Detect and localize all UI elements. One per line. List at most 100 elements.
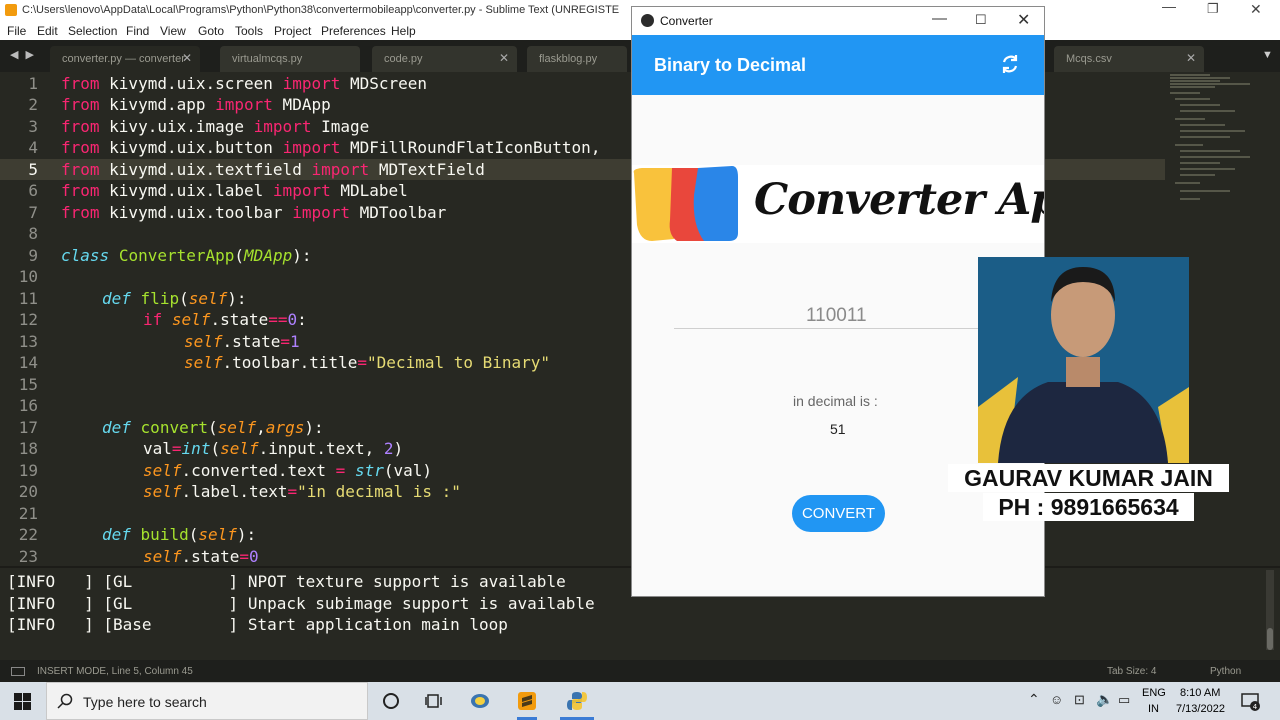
- code-token: self: [217, 418, 257, 437]
- menu-goto[interactable]: Goto: [198, 24, 224, 38]
- presenter-phone-box: PH : 9891665634: [983, 493, 1194, 521]
- code-token: import: [292, 203, 350, 222]
- minimize-icon[interactable]: —: [932, 10, 947, 27]
- code-token: (: [210, 439, 221, 458]
- status-tab-size[interactable]: Tab Size: 4: [1107, 666, 1156, 677]
- panel-toggle-icon[interactable]: [11, 667, 25, 676]
- result-value: 51: [830, 421, 846, 437]
- svg-text:4: 4: [1253, 703, 1258, 711]
- maximize-icon[interactable]: ☐: [975, 12, 987, 28]
- menu-project[interactable]: Project: [274, 24, 311, 38]
- network-icon[interactable]: ⊡: [1074, 692, 1085, 708]
- line-number: 12: [18, 310, 38, 329]
- code-token: =: [280, 332, 290, 351]
- menu-tools[interactable]: Tools: [235, 24, 263, 38]
- flip-icon[interactable]: [998, 52, 1022, 76]
- tab-code[interactable]: code.py ✕: [372, 46, 517, 72]
- toolbar-title: Binary to Decimal: [654, 55, 807, 75]
- code-token: .converted.text: [181, 461, 336, 480]
- code-token: from: [61, 74, 100, 93]
- menu-view[interactable]: View: [160, 24, 186, 38]
- input-region[interactable]: IN: [1148, 703, 1159, 715]
- line-number: 1: [28, 74, 38, 93]
- python-icon[interactable]: [567, 691, 587, 711]
- sublime-text-icon[interactable]: [517, 691, 537, 711]
- minimize-icon[interactable]: —: [1162, 0, 1176, 14]
- menu-help[interactable]: Help: [391, 24, 416, 38]
- restore-icon[interactable]: ❐: [1207, 1, 1219, 17]
- code-token: (: [207, 418, 218, 437]
- windows-taskbar: Type here to search ⌃ ☺ ⊡ 🔈 ▭ ENG IN 8:1…: [0, 682, 1280, 720]
- code-token: MDTextField: [369, 160, 485, 179]
- code-token: from: [61, 138, 100, 157]
- menu-selection[interactable]: Selection: [68, 24, 117, 38]
- tab-converter[interactable]: converter.py — converter ✕: [50, 46, 200, 72]
- taskbar-search-box[interactable]: Type here to search: [46, 682, 368, 720]
- code-token: (: [234, 246, 245, 265]
- menu-preferences[interactable]: Preferences: [321, 24, 386, 38]
- code-token: int: [181, 439, 211, 458]
- code-token: self: [198, 525, 237, 544]
- keyboard-icon[interactable]: ▭: [1118, 692, 1130, 708]
- code-token: kivymd.uix.label: [99, 181, 273, 200]
- status-mode: INSERT MODE, Line 5, Column 45: [37, 666, 193, 677]
- menu-file[interactable]: File: [7, 24, 26, 38]
- converter-titlebar: Converter — ☐ ✕: [632, 7, 1044, 35]
- code-line: val=int(self.input.text, 2): [143, 439, 403, 458]
- code-line: self.toolbar.title="Decimal to Binary": [184, 353, 550, 372]
- code-token: MDToolbar: [349, 203, 447, 222]
- code-token: self: [184, 332, 223, 351]
- menu-edit[interactable]: Edit: [37, 24, 58, 38]
- kivy-app-icon: [641, 14, 654, 27]
- tab-dropdown-icon[interactable]: ▼: [1262, 49, 1273, 61]
- clock-time[interactable]: 8:10 AM: [1180, 687, 1220, 699]
- code-token: .toolbar.title: [222, 353, 358, 372]
- code-token: import: [215, 95, 273, 114]
- clock-date[interactable]: 7/13/2022: [1176, 703, 1225, 715]
- people-icon[interactable]: ☺: [1050, 692, 1063, 707]
- windows-start-icon[interactable]: [14, 693, 31, 710]
- line-number: 23: [18, 547, 38, 566]
- code-token: from: [61, 95, 100, 114]
- menu-find[interactable]: Find: [126, 24, 149, 38]
- code-token: def: [102, 418, 131, 437]
- logo-text: Converter App: [754, 175, 1044, 225]
- tab-close-icon[interactable]: ✕: [182, 51, 192, 65]
- app-toolbar: Binary to Decimal: [632, 35, 1044, 95]
- tab-mcqs[interactable]: Mcqs.csv ✕: [1054, 46, 1204, 72]
- code-token: ):: [227, 289, 247, 308]
- line-number: 11: [18, 289, 38, 308]
- code-token: import: [282, 138, 341, 157]
- close-icon[interactable]: ✕: [1017, 10, 1030, 30]
- close-icon[interactable]: ✕: [1250, 1, 1262, 18]
- console-scrollbar-thumb[interactable]: [1267, 628, 1273, 650]
- search-icon: [57, 693, 73, 709]
- convert-button[interactable]: CONVERT: [792, 495, 885, 532]
- notifications-icon[interactable]: 4: [1240, 691, 1260, 711]
- input-language[interactable]: ENG: [1142, 687, 1166, 699]
- code-token: val: [143, 439, 172, 458]
- task-view-icon[interactable]: [424, 691, 444, 711]
- code-line: class ConverterApp(MDApp):: [61, 246, 311, 265]
- volume-icon[interactable]: 🔈: [1096, 691, 1113, 708]
- idle-python-icon[interactable]: [470, 691, 490, 711]
- tab-close-icon[interactable]: ✕: [499, 51, 509, 65]
- code-token: 2: [383, 439, 394, 458]
- result-label: in decimal is :: [793, 393, 878, 409]
- tab-flaskblog[interactable]: flaskblog.py: [527, 46, 627, 72]
- line-number: 8: [28, 224, 38, 243]
- tab-label: virtualmcqs.py: [232, 53, 303, 65]
- tab-nav-arrows-icon[interactable]: ◀ ▶: [10, 48, 36, 61]
- input-underline: [674, 328, 1004, 329]
- code-token: =: [239, 547, 249, 566]
- tray-chevron-icon[interactable]: ⌃: [1028, 691, 1040, 708]
- line-number: 14: [18, 353, 38, 372]
- code-token: MDScreen: [340, 74, 428, 93]
- status-syntax[interactable]: Python: [1210, 666, 1241, 677]
- tab-virtualmcqs[interactable]: virtualmcqs.py: [220, 46, 360, 72]
- cortana-icon[interactable]: [381, 691, 401, 711]
- tab-close-icon[interactable]: ✕: [1186, 51, 1196, 65]
- binary-input[interactable]: 110011: [806, 305, 867, 327]
